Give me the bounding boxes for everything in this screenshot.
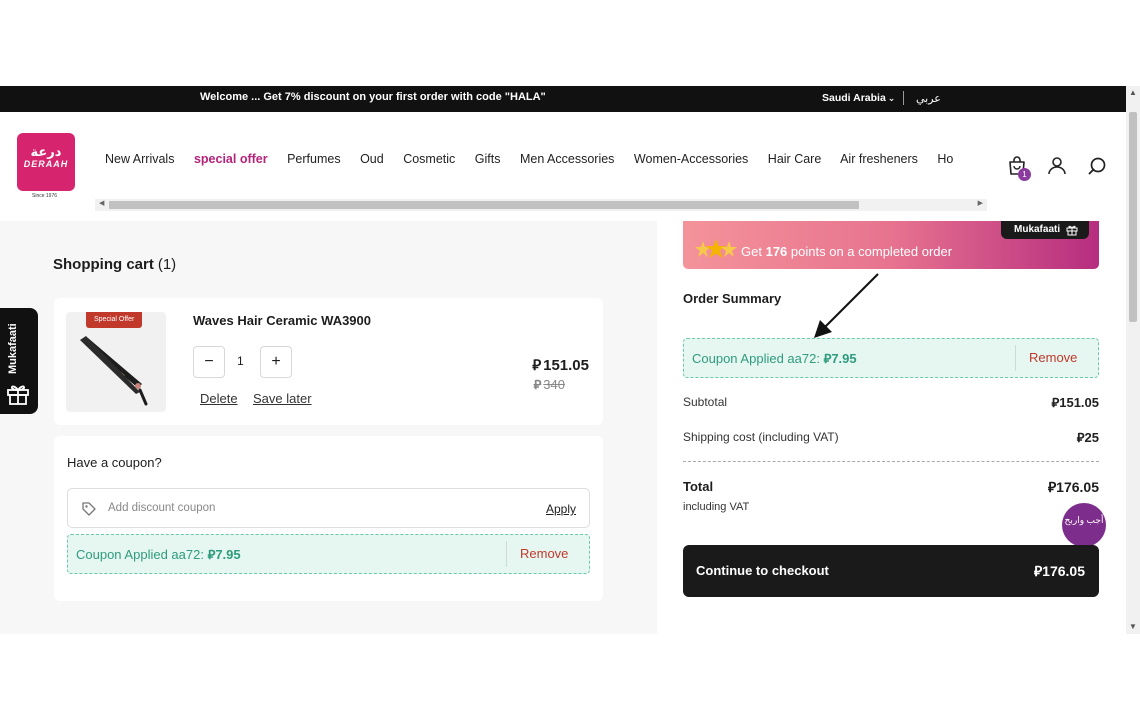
page-vertical-scrollbar[interactable]: ▲ ▼ [1126, 86, 1140, 634]
scroll-down-arrow-icon[interactable]: ▼ [1129, 622, 1137, 632]
mukafaati-side-tab[interactable]: Mukafaati [0, 308, 38, 414]
points-banner: Get 176 points on a completed order Muka… [683, 221, 1099, 269]
subtotal-value: ⃁151.05 [1051, 395, 1100, 410]
logo-tagline: Since 1976 [32, 193, 58, 199]
mukafaati-tab[interactable]: Mukafaati [1001, 221, 1089, 239]
nav-item-oud[interactable]: Oud [360, 152, 384, 166]
delete-button[interactable]: Delete [200, 391, 238, 406]
annotation-arrow-icon [814, 273, 879, 338]
decrease-quantity-button[interactable]: − [193, 346, 225, 378]
subtotal-label: Subtotal [683, 395, 728, 409]
subtotal-row: Subtotal ⃁151.05 [683, 395, 1100, 410]
nav-item-home[interactable]: Ho [937, 152, 953, 166]
cart-count-badge: 1 [1018, 168, 1031, 181]
scroll-left-arrow-icon[interactable]: ◀ [99, 199, 104, 207]
country-selector[interactable]: Saudi Arabia ⌄ [822, 92, 895, 104]
user-icon[interactable] [1046, 155, 1068, 177]
total-label: Total [683, 479, 714, 494]
increase-quantity-button[interactable]: + [260, 346, 292, 378]
divider [506, 541, 507, 567]
nav-item-gifts[interactable]: Gifts [475, 152, 501, 166]
shipping-value: ⃁25 [1076, 430, 1099, 445]
nav-item-air-fresheners[interactable]: Air fresheners [840, 152, 918, 166]
coupon-question: Have a coupon? [67, 455, 162, 470]
scrollbar-thumb[interactable] [1129, 112, 1137, 322]
summary-coupon-text: Coupon Applied aa72: ⃁7.95 [692, 351, 857, 366]
cart-item-card: Special Offer Waves Hair Ceramic WA3900 … [54, 298, 603, 425]
gift-icon [1066, 225, 1078, 236]
cart-item-count: (1) [157, 256, 177, 273]
answer-and-win-button[interactable]: أجب واربح [1062, 503, 1106, 547]
special-offer-tag: Special Offer [86, 312, 143, 328]
nav-item-perfumes[interactable]: Perfumes [287, 152, 341, 166]
remove-coupon-button[interactable]: Remove [520, 546, 568, 561]
cart-heading: Shopping cart (1) [53, 256, 177, 273]
nav-item-new-arrivals[interactable]: New Arrivals [105, 152, 174, 166]
riyal-symbol-icon: ⃁ [533, 377, 542, 392]
page-viewport: Welcome ... Get 7% discount on your firs… [0, 86, 1126, 634]
search-icon[interactable] [1086, 155, 1108, 177]
quantity-value: 1 [237, 354, 244, 368]
checkout-label: Continue to checkout [696, 563, 829, 578]
chevron-down-icon: ⌄ [887, 93, 896, 103]
coupon-card: Have a coupon? Add discount coupon Apply… [54, 436, 603, 601]
total-value: ⃁176.05 [1047, 479, 1099, 495]
side-tab-label: Mukafaati [7, 323, 19, 374]
original-price: ⃁ 340 [533, 377, 565, 392]
nav-item-special-offer[interactable]: special offer [194, 152, 268, 166]
coupon-applied-box: Coupon Applied aa72: ⃁7.95 Remove [67, 534, 590, 574]
nav-item-men-accessories[interactable]: Men Accessories [520, 152, 614, 166]
nav-item-hair-care[interactable]: Hair Care [768, 152, 822, 166]
promo-text: Welcome ... Get 7% discount on your firs… [200, 91, 546, 103]
nav-horizontal-scrollbar[interactable]: ◀ ▶ [95, 199, 987, 211]
order-summary-title: Order Summary [683, 291, 782, 306]
save-later-button[interactable]: Save later [253, 391, 312, 406]
summary-coupon-applied-box: Coupon Applied aa72: ⃁7.95 Remove [683, 338, 1099, 378]
summary-remove-coupon-button[interactable]: Remove [1029, 350, 1077, 365]
scroll-up-arrow-icon[interactable]: ▲ [1129, 88, 1137, 98]
shipping-row: Shipping cost (including VAT) ⃁25 [683, 430, 1099, 445]
riyal-symbol-icon: ⃁ [532, 357, 542, 374]
scrollbar-thumb[interactable] [109, 201, 859, 209]
nav-item-women-accessories[interactable]: Women-Accessories [634, 152, 748, 166]
divider [1015, 345, 1016, 371]
gift-icon [7, 385, 29, 405]
announcement-bar: Welcome ... Get 7% discount on your firs… [0, 86, 1126, 112]
site-logo[interactable]: درعة DERAAH [17, 133, 75, 191]
points-text: Get 176 points on a completed order [741, 244, 953, 259]
language-switch[interactable]: عربي [916, 92, 941, 105]
summary-divider [683, 461, 1099, 462]
coupon-placeholder: Add discount coupon [108, 502, 216, 514]
vat-note: including VAT [683, 501, 750, 513]
checkout-button[interactable]: Continue to checkout ⃁176.05 [683, 545, 1099, 597]
current-price: ⃁ 151.05 [532, 357, 589, 374]
coupon-input[interactable]: Add discount coupon Apply [67, 488, 590, 528]
product-image[interactable]: Special Offer [66, 312, 166, 412]
scroll-right-arrow-icon[interactable]: ▶ [978, 199, 983, 207]
tag-icon [82, 502, 96, 516]
shipping-label: Shipping cost (including VAT) [683, 430, 839, 444]
stars-icon [695, 239, 737, 258]
nav-item-cosmetic[interactable]: Cosmetic [403, 152, 455, 166]
apply-coupon-button[interactable]: Apply [546, 502, 576, 516]
main-navigation: New Arrivals special offer Perfumes Oud … [105, 152, 969, 166]
product-name[interactable]: Waves Hair Ceramic WA3900 [193, 313, 371, 328]
checkout-amount: ⃁176.05 [1033, 563, 1085, 579]
divider [903, 91, 904, 105]
coupon-applied-text: Coupon Applied aa72: ⃁7.95 [76, 547, 241, 562]
